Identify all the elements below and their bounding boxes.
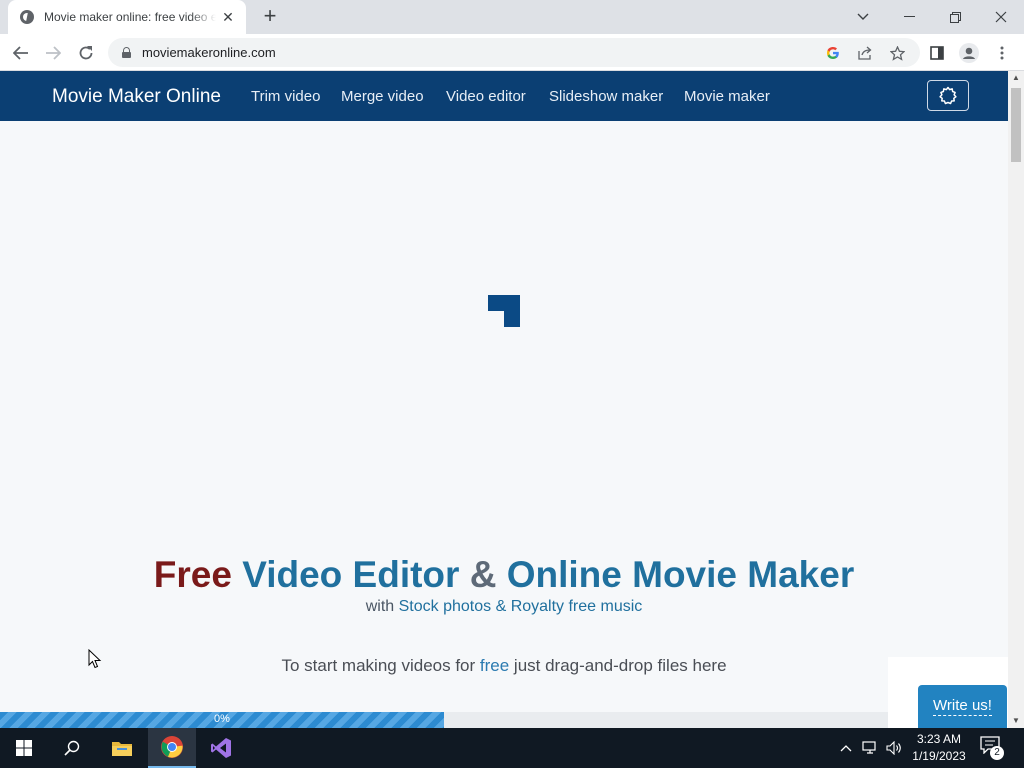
- headline-video-editor: Video Editor: [242, 554, 460, 595]
- nav-merge-video[interactable]: Merge video: [341, 88, 424, 105]
- site-brand-link[interactable]: Movie Maker Online: [52, 86, 221, 108]
- visual-studio-icon: [211, 738, 231, 758]
- chevron-down-icon: [857, 13, 869, 20]
- side-panel-icon: [930, 46, 944, 60]
- arrow-right-icon: [46, 46, 61, 60]
- gear-icon: [939, 86, 957, 104]
- subtitle-with: with: [365, 598, 395, 615]
- windows-taskbar: 3:23 AM 1/19/2023 2: [0, 728, 1024, 768]
- browser-tabstrip: Movie maker online: free video editor ✕ …: [0, 0, 1024, 34]
- browser-toolbar: moviemakeronline.com: [0, 34, 1024, 71]
- forward-button[interactable]: [40, 40, 66, 66]
- tab-close-icon[interactable]: ✕: [220, 9, 236, 26]
- start-button[interactable]: [0, 728, 48, 768]
- network-icon[interactable]: [862, 740, 878, 756]
- settings-button[interactable]: [927, 80, 969, 111]
- taskbar-visual-studio[interactable]: [197, 728, 245, 768]
- page-subtitle: with Stock photos & Royalty free music: [0, 598, 1008, 616]
- restore-button[interactable]: [932, 0, 978, 34]
- minimize-button[interactable]: [886, 0, 932, 34]
- notification-count-badge: 2: [990, 746, 1004, 760]
- subtitle-highlight: Stock photos & Royalty free music: [398, 598, 643, 615]
- url-text: moviemakeronline.com: [142, 45, 276, 60]
- scroll-down-arrow-icon[interactable]: ▼: [1008, 714, 1024, 728]
- profile-avatar-icon: [959, 43, 979, 63]
- write-us-button[interactable]: Write us!: [918, 685, 1007, 728]
- minimize-icon: [903, 16, 915, 17]
- globe-icon: [20, 10, 34, 24]
- upload-progress-bar: 0%: [0, 712, 888, 728]
- drop-text-free: free: [479, 656, 510, 675]
- clock-time: 3:23 AM: [916, 732, 962, 746]
- progress-label: 0%: [214, 713, 230, 725]
- system-clock[interactable]: 3:23 AM 1/19/2023: [906, 731, 972, 765]
- drop-text-before: To start making videos for: [281, 656, 480, 675]
- write-us-label: Write us!: [933, 697, 992, 716]
- page-content: Movie Maker Online Trim video Merge vide…: [0, 71, 1008, 728]
- nav-slideshow-maker[interactable]: Slideshow maker: [549, 88, 663, 105]
- windows-logo-icon: [16, 740, 32, 756]
- page-title: Free Video Editor & Online Movie Maker: [0, 554, 1008, 596]
- share-icon[interactable]: [856, 44, 874, 62]
- taskbar-chrome[interactable]: [148, 728, 196, 768]
- loading-spinner: [488, 295, 520, 327]
- nav-video-editor[interactable]: Video editor: [446, 88, 526, 105]
- mouse-cursor-icon: [88, 649, 102, 669]
- tab-title: Movie maker online: free video editor: [44, 10, 216, 24]
- clock-date: 1/19/2023: [912, 749, 966, 763]
- nav-movie-maker[interactable]: Movie maker: [684, 88, 770, 105]
- volume-icon[interactable]: [886, 740, 902, 756]
- browser-menu-button[interactable]: [989, 40, 1015, 66]
- side-panel-button[interactable]: [924, 40, 950, 66]
- folder-icon: [112, 742, 132, 756]
- reload-button[interactable]: [73, 40, 99, 66]
- site-navbar: Movie Maker Online Trim video Merge vide…: [0, 71, 1008, 121]
- address-bar[interactable]: moviemakeronline.com: [108, 38, 920, 67]
- taskbar-search-button[interactable]: [48, 728, 96, 768]
- bookmark-star-icon[interactable]: [888, 44, 906, 62]
- page-scrollbar[interactable]: ▲ ▼: [1008, 71, 1024, 728]
- reload-icon: [79, 46, 93, 60]
- headline-free: Free: [153, 554, 232, 595]
- restore-icon: [949, 11, 961, 23]
- action-center-button[interactable]: 2: [980, 736, 1006, 760]
- google-icon[interactable]: [824, 44, 842, 62]
- new-tab-button[interactable]: +: [258, 5, 282, 29]
- lock-icon: [122, 47, 131, 58]
- search-icon: [64, 740, 80, 756]
- nav-trim-video[interactable]: Trim video: [251, 88, 320, 105]
- chrome-icon: [161, 736, 183, 758]
- drop-instructions: To start making videos for free just dra…: [0, 656, 1008, 676]
- browser-tab[interactable]: Movie maker online: free video editor ✕: [8, 0, 246, 34]
- profile-button[interactable]: [956, 40, 982, 66]
- scroll-thumb[interactable]: [1011, 88, 1021, 162]
- close-window-button[interactable]: [978, 0, 1024, 34]
- drop-text-after: just drag-and-drop files here: [509, 656, 727, 675]
- taskbar-file-explorer[interactable]: [98, 728, 146, 768]
- arrow-left-icon: [13, 46, 28, 60]
- back-button[interactable]: [8, 40, 34, 66]
- headline-movie-maker: Online Movie Maker: [506, 554, 855, 595]
- close-icon: [995, 11, 1007, 23]
- kebab-menu-icon: [1000, 46, 1004, 60]
- headline-ampersand: &: [469, 554, 497, 595]
- tray-overflow-chevron-icon[interactable]: [838, 740, 854, 756]
- scroll-up-arrow-icon[interactable]: ▲: [1008, 71, 1024, 85]
- tab-search-button[interactable]: [840, 0, 886, 34]
